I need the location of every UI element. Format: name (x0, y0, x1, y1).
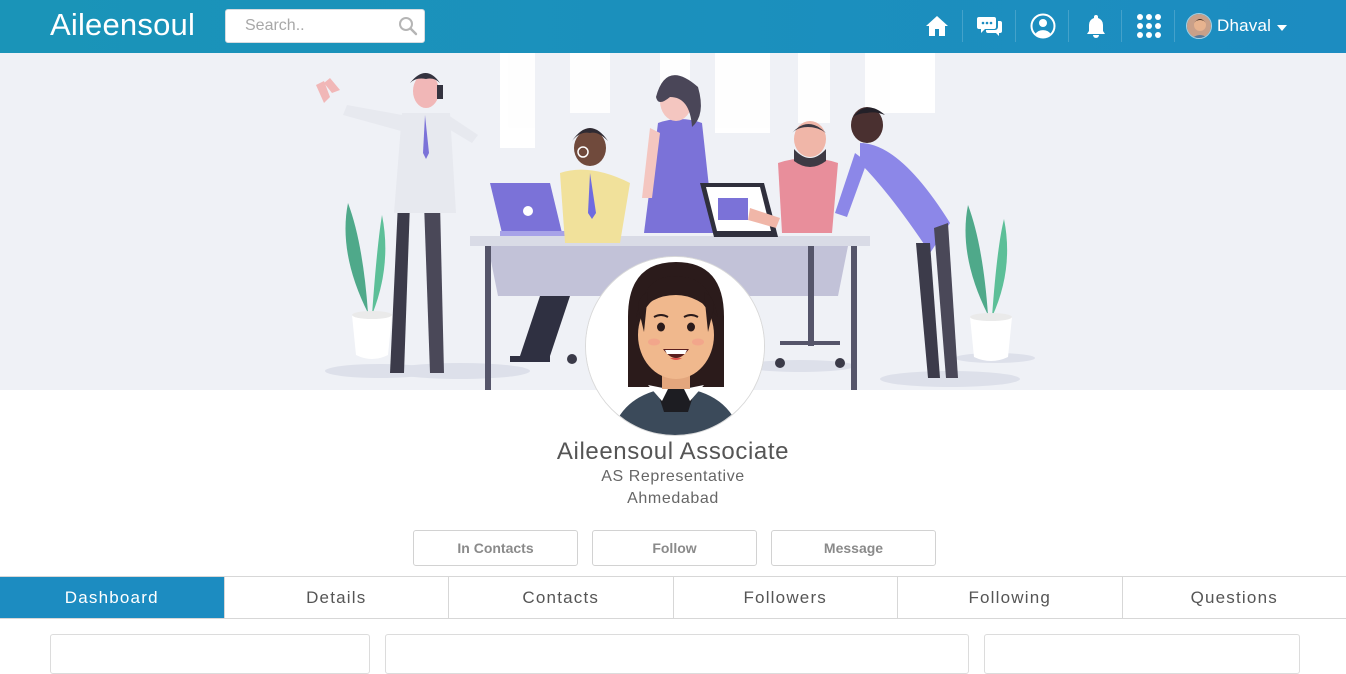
profile-name: Aileensoul Associate (0, 438, 1346, 466)
in-contacts-button[interactable]: In Contacts (413, 530, 578, 566)
nav-divider (1015, 10, 1016, 42)
center-panel (385, 634, 969, 674)
search-icon[interactable] (398, 16, 418, 36)
tab-questions[interactable]: Questions (1123, 577, 1346, 618)
messages-icon[interactable] (976, 12, 1004, 40)
chevron-down-icon[interactable] (1277, 25, 1287, 31)
user-name[interactable]: Dhaval (1217, 16, 1271, 36)
apps-grid-icon[interactable] (1135, 12, 1163, 40)
profile-tabs: Dashboard Details Contacts Followers Fol… (0, 576, 1346, 619)
nav-divider (1121, 10, 1122, 42)
brand-logo[interactable]: Aileensoul (50, 7, 195, 43)
message-button[interactable]: Message (771, 530, 936, 566)
top-navbar: Aileensoul (0, 0, 1346, 53)
tab-dashboard[interactable]: Dashboard (0, 577, 225, 618)
nav-divider (1174, 10, 1175, 42)
nav-divider (962, 10, 963, 42)
nav-divider (1068, 10, 1069, 42)
home-icon[interactable] (923, 12, 951, 40)
search-input[interactable] (226, 10, 396, 42)
tab-contacts[interactable]: Contacts (449, 577, 674, 618)
tab-following[interactable]: Following (898, 577, 1123, 618)
follow-button[interactable]: Follow (592, 530, 757, 566)
profile-title: AS Representative (0, 468, 1346, 486)
right-panel (984, 634, 1300, 674)
left-panel (50, 634, 370, 674)
search-box (225, 9, 425, 43)
user-menu[interactable]: Dhaval (1186, 13, 1287, 39)
user-avatar[interactable] (1186, 13, 1212, 39)
profile-location: Ahmedabad (0, 490, 1346, 508)
tab-followers[interactable]: Followers (674, 577, 899, 618)
profile-avatar[interactable] (585, 256, 765, 436)
tab-details[interactable]: Details (225, 577, 450, 618)
profile-icon[interactable] (1029, 12, 1057, 40)
notifications-icon[interactable] (1082, 12, 1110, 40)
